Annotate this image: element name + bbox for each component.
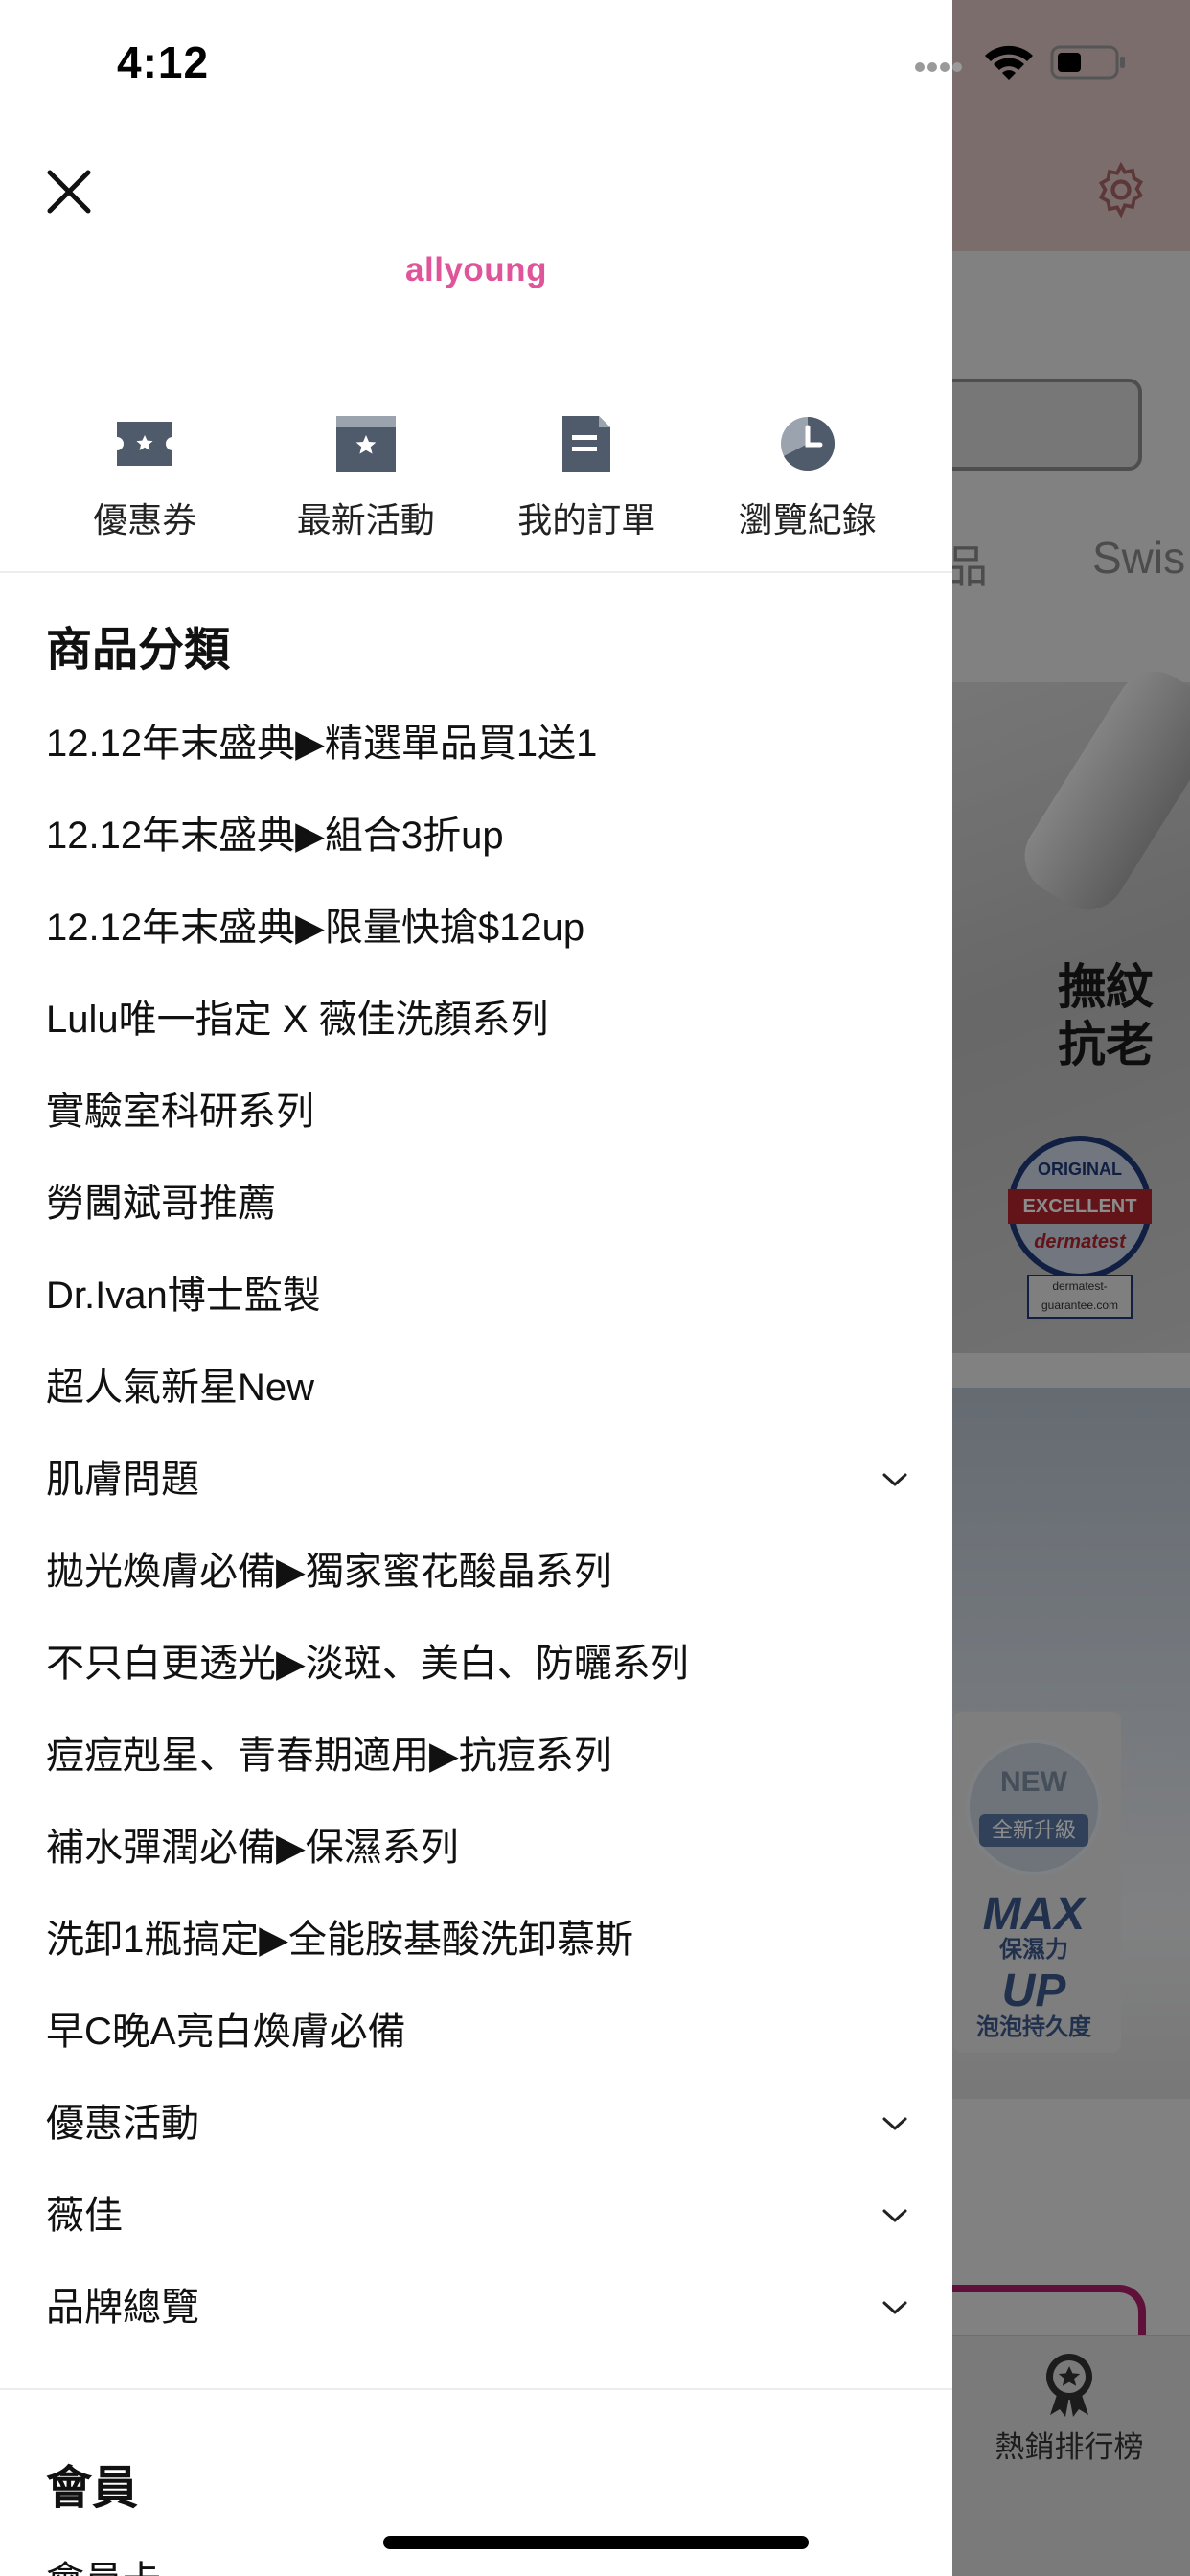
wifi-icon <box>985 45 1033 80</box>
coupon-icon <box>117 422 173 466</box>
divider <box>0 2388 952 2390</box>
menu-item-expandable[interactable]: 薇佳 <box>0 2170 952 2262</box>
menu-item-label: 不只白更透光▶淡斑、美白、防曬系列 <box>46 1643 689 1685</box>
menu-item[interactable]: Dr.Ivan博士監製 <box>0 1250 952 1342</box>
quicklink-history[interactable]: 瀏覽紀錄 <box>698 402 919 546</box>
menu-item-label: 肌膚問題 <box>46 1459 199 1501</box>
menu-item[interactable]: 不只白更透光▶淡斑、美白、防曬系列 <box>0 1618 952 1710</box>
menu-item-label: 品牌總覽 <box>46 2287 199 2329</box>
side-menu-drawer: allyoung 優惠券 最新活動 我的訂單 瀏覽紀錄 商品分類 12.12年末… <box>0 0 952 2576</box>
menu-item-label: 12.12年末盛典▶精選單品買1送1 <box>46 723 598 765</box>
chevron-down-icon <box>882 2301 907 2314</box>
menu-item-label: 補水彈潤必備▶保濕系列 <box>46 1827 459 1869</box>
category-menu: 12.12年末盛典▶精選單品買1送1 12.12年末盛典▶組合3折up 12.1… <box>0 698 952 2354</box>
home-indicator[interactable] <box>383 2536 809 2549</box>
menu-item-label: 洗卸1瓶搞定▶全能胺基酸洗卸慕斯 <box>46 1919 634 1961</box>
menu-item[interactable]: 早C晚A亮白煥膚必備 <box>0 1986 952 2078</box>
chevron-down-icon <box>882 2117 907 2130</box>
quicklink-label: 瀏覽紀錄 <box>738 500 877 540</box>
menu-item[interactable]: 超人氣新星New <box>0 1342 952 1434</box>
status-time: 4:12 <box>117 37 210 87</box>
quicklink-label: 最新活動 <box>296 500 435 540</box>
menu-item[interactable]: 12.12年末盛典▶精選單品買1送1 <box>0 698 952 790</box>
menu-item-label: 薇佳 <box>46 2195 123 2237</box>
menu-item-label: Lulu唯一指定 X 薇佳洗顏系列 <box>46 999 549 1041</box>
menu-item-label: 優惠活動 <box>46 2103 199 2145</box>
menu-item-label: 早C晚A亮白煥膚必備 <box>46 2011 406 2053</box>
menu-item[interactable]: 痘痘剋星、青春期適用▶抗痘系列 <box>0 1710 952 1802</box>
chevron-down-icon <box>882 1473 907 1486</box>
menu-item-label: 實驗室科研系列 <box>46 1091 314 1133</box>
quicklink-label: 優惠券 <box>93 500 197 540</box>
quicklink-label: 我的訂單 <box>517 500 656 540</box>
menu-item-expandable[interactable]: 肌膚問題 <box>0 1434 952 1526</box>
cellular-signal-icon <box>915 59 965 77</box>
quicklink-coupons[interactable]: 優惠券 <box>34 402 256 546</box>
member-heading: 會員 <box>46 2463 139 2514</box>
menu-item-label: Dr.Ivan博士監製 <box>46 1275 321 1317</box>
menu-item-expandable[interactable]: 優惠活動 <box>0 2078 952 2170</box>
menu-item[interactable]: 勞閪斌哥推薦 <box>0 1158 952 1250</box>
menu-item[interactable]: Lulu唯一指定 X 薇佳洗顏系列 <box>0 974 952 1066</box>
quick-links: 優惠券 最新活動 我的訂單 瀏覽紀錄 <box>34 402 918 546</box>
menu-item[interactable]: 拋光煥膚必備▶獨家蜜花酸晶系列 <box>0 1526 952 1618</box>
divider <box>0 571 952 573</box>
history-icon <box>780 417 835 472</box>
menu-item-label: 超人氣新星New <box>46 1367 315 1409</box>
quicklink-events[interactable]: 最新活動 <box>256 402 477 546</box>
event-icon <box>335 416 396 472</box>
menu-item-label: 12.12年末盛典▶組合3折up <box>46 815 504 857</box>
menu-item[interactable]: 補水彈潤必備▶保濕系列 <box>0 1802 952 1894</box>
battery-icon <box>1050 45 1125 80</box>
menu-item-label: 12.12年末盛典▶限量快搶$12up <box>46 907 585 949</box>
menu-item[interactable]: 12.12年末盛典▶組合3折up <box>0 790 952 882</box>
menu-item-label: 拋光煥膚必備▶獨家蜜花酸晶系列 <box>46 1551 612 1593</box>
menu-item[interactable]: 12.12年末盛典▶限量快搶$12up <box>0 882 952 974</box>
chevron-down-icon <box>882 2209 907 2222</box>
categories-heading: 商品分類 <box>46 625 231 676</box>
menu-item-member-card[interactable]: 會員卡 <box>46 2549 161 2576</box>
close-icon[interactable] <box>42 165 96 218</box>
quicklink-orders[interactable]: 我的訂單 <box>476 402 698 546</box>
menu-item-label: 勞閪斌哥推薦 <box>46 1183 276 1225</box>
brand-logo[interactable]: allyoung <box>0 251 952 289</box>
menu-item-expandable[interactable]: 品牌總覽 <box>0 2262 952 2354</box>
menu-item[interactable]: 洗卸1瓶搞定▶全能胺基酸洗卸慕斯 <box>0 1894 952 1986</box>
order-icon <box>562 416 611 472</box>
menu-item[interactable]: 實驗室科研系列 <box>0 1066 952 1158</box>
menu-item-label: 痘痘剋星、青春期適用▶抗痘系列 <box>46 1735 612 1777</box>
